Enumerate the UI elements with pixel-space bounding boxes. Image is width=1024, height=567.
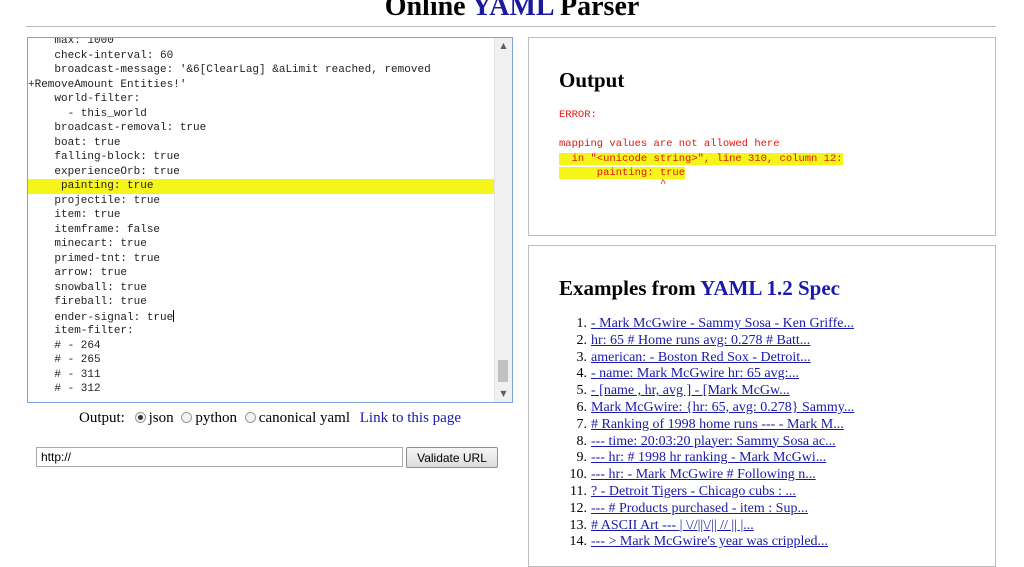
example-number: 9.: [576, 450, 588, 466]
example-number: 14.: [569, 534, 588, 550]
editor-line[interactable]: max: 1000: [28, 38, 495, 49]
radio-canonical-yaml-circle[interactable]: [244, 412, 256, 423]
editor-line[interactable]: broadcast-message: '&6[ClearLag] &aLimit…: [28, 63, 495, 78]
editor-line[interactable]: # - 265: [28, 353, 495, 368]
page-title: Online YAML Parser: [0, 0, 1024, 24]
example-number: 6.: [576, 399, 588, 415]
radio-python-circle[interactable]: [181, 412, 193, 423]
example-number: 10.: [569, 467, 588, 483]
example-link[interactable]: --- hr: - Mark McGwire # Following n...: [591, 467, 816, 484]
editor-line[interactable]: +RemoveAmount Entities!': [28, 78, 495, 93]
editor-line[interactable]: # - 311: [28, 368, 495, 383]
example-number: 2.: [576, 332, 588, 348]
example-number: 4.: [576, 366, 588, 382]
error-message: mapping values are not allowed here: [559, 138, 780, 150]
yaml-editor[interactable]: max: 1000 check-interval: 60 broadcast-m…: [27, 37, 513, 403]
editor-line[interactable]: item: true: [28, 208, 495, 223]
output-text: ERROR: mapping values are not allowed he…: [559, 108, 843, 181]
output-format-row: Output: json python canonical yaml Link …: [0, 410, 540, 427]
radio-json-circle[interactable]: [134, 412, 146, 423]
editor-line[interactable]: fireball: true: [28, 295, 495, 310]
editor-line[interactable]: experienceOrb: true: [28, 165, 495, 180]
scroll-thumb[interactable]: [498, 360, 508, 382]
editor-line[interactable]: arrow: true: [28, 266, 495, 281]
editor-line[interactable]: primed-tnt: true: [28, 252, 495, 267]
editor-line[interactable]: item-filter:: [28, 324, 495, 339]
editor-line[interactable]: minecart: true: [28, 237, 495, 252]
examples-heading: Examples from YAML 1.2 Spec: [559, 276, 840, 301]
examples-panel: Examples from YAML 1.2 Spec 1. - Mark McG…: [528, 245, 996, 567]
example-link[interactable]: Mark McGwire: {hr: 65, avg: 0.278} Sammy…: [591, 400, 854, 417]
error-caret: ^: [660, 178, 667, 190]
example-link[interactable]: hr: 65 # Home runs avg: 0.278 # Batt...: [591, 333, 810, 350]
example-link[interactable]: --- # Products purchased - item : Sup...: [591, 501, 808, 518]
output-format-label: Output:: [79, 410, 125, 426]
editor-line[interactable]: broadcast-removal: true: [28, 121, 495, 136]
example-number: 7.: [576, 416, 588, 432]
radio-canonical-yaml[interactable]: canonical yaml: [244, 410, 350, 426]
error-location: in "<unicode string>", line 310, column …: [559, 152, 843, 165]
examples-heading-text: Examples from: [559, 276, 696, 300]
example-number: 13.: [569, 517, 588, 533]
editor-line[interactable]: check-interval: 60: [28, 49, 495, 64]
example-link[interactable]: - name: Mark McGwire hr: 65 avg:...: [591, 366, 799, 383]
example-number: 3.: [576, 349, 588, 365]
error-label: ERROR:: [559, 109, 597, 121]
output-panel: Output ERROR: mapping values are not all…: [528, 37, 996, 236]
example-number: 11.: [570, 483, 587, 499]
editor-line[interactable]: # - 312: [28, 382, 495, 397]
examples-heading-accent: YAML 1.2 Spec: [700, 276, 840, 300]
editor-line[interactable]: ender-signal: true: [28, 310, 495, 325]
example-link[interactable]: ? - Detroit Tigers - Chicago cubs : ...: [591, 484, 796, 501]
title-part-1: Online: [384, 0, 466, 22]
validate-url-button[interactable]: Validate URL: [406, 447, 498, 468]
example-link[interactable]: # ASCII Art --- | \//||\/|| // || |...: [591, 518, 754, 535]
editor-line[interactable]: painting: true: [28, 179, 495, 194]
example-link[interactable]: --- hr: # 1998 hr ranking - Mark McGwi..…: [591, 450, 826, 467]
title-divider: [26, 26, 996, 27]
example-link[interactable]: --- time: 20:03:20 player: Sammy Sosa ac…: [591, 434, 836, 451]
editor-line[interactable]: boat: true: [28, 136, 495, 151]
example-number: 5.: [576, 383, 588, 399]
radio-python-label[interactable]: python: [195, 410, 237, 426]
editor-line[interactable]: world-filter:: [28, 92, 495, 107]
link-to-page[interactable]: Link to this page: [360, 410, 461, 426]
example-link[interactable]: - Mark McGwire - Sammy Sosa - Ken Griffe…: [591, 316, 854, 333]
example-number: 1.: [576, 316, 588, 331]
output-heading: Output: [559, 68, 625, 92]
radio-json-label[interactable]: json: [149, 410, 174, 426]
example-link[interactable]: american: - Boston Red Sox - Detroit...: [591, 350, 811, 367]
radio-python[interactable]: python: [181, 410, 237, 426]
editor-line[interactable]: falling-block: true: [28, 150, 495, 165]
title-part-2: Parser: [560, 0, 640, 22]
scroll-up-icon[interactable]: ▲: [495, 38, 512, 54]
url-input[interactable]: [36, 447, 403, 467]
editor-line[interactable]: itemframe: false: [28, 223, 495, 238]
radio-json[interactable]: json: [134, 410, 174, 426]
example-link[interactable]: --- > Mark McGwire's year was crippled..…: [591, 534, 828, 551]
editor-line[interactable]: - this_world: [28, 107, 495, 122]
editor-scrollbar[interactable]: ▲ ▼: [494, 38, 512, 402]
scroll-down-icon[interactable]: ▼: [495, 386, 512, 402]
example-number: 12.: [569, 500, 588, 516]
example-link[interactable]: # Ranking of 1998 home runs --- - Mark M…: [591, 417, 844, 434]
radio-canonical-yaml-label[interactable]: canonical yaml: [259, 410, 350, 426]
editor-line[interactable]: # - 264: [28, 339, 495, 354]
editor-text[interactable]: max: 1000 check-interval: 60 broadcast-m…: [28, 38, 495, 397]
editor-line[interactable]: snowball: true: [28, 281, 495, 296]
title-accent: YAML: [471, 0, 554, 22]
example-link[interactable]: - [name , hr, avg ] - [Mark McGw...: [591, 383, 790, 400]
editor-line[interactable]: projectile: true: [28, 194, 495, 209]
example-number: 8.: [576, 433, 588, 449]
